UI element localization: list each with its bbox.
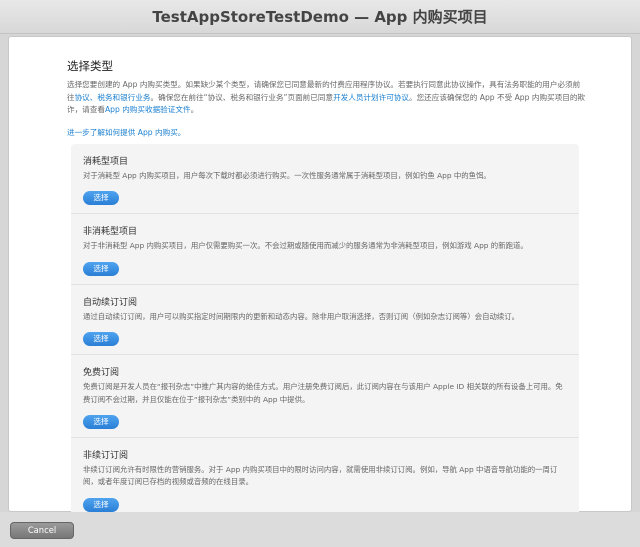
- learn-more-link[interactable]: 进一步了解如何提供 App 内购买。: [67, 127, 185, 138]
- type-description: 对于非消耗型 App 内购买项目，用户仅需要购买一次。不会过期或随使用而减少的服…: [83, 241, 528, 251]
- type-name: 免费订阅: [83, 368, 120, 379]
- type-item-consumable: 消耗型项目 对于消耗型 App 内购买项目，用户每次下载时都必须进行购买。一次性…: [71, 144, 579, 215]
- intro-text-4: 。: [190, 105, 199, 115]
- type-list: 消耗型项目 对于消耗型 App 内购买项目，用户每次下载时都必须进行购买。一次性…: [71, 144, 579, 520]
- developer-program-license-link[interactable]: 开发人员计划许可协议: [333, 93, 409, 102]
- type-description: 通过自动续订订阅，用户可以购买指定时间期限内的更新和动态内容。除非用户取消选择，…: [83, 311, 520, 321]
- type-description: 对于消耗型 App 内购买项目，用户每次下载时都必须进行购买。一次性服务通常属于…: [83, 171, 491, 180]
- intro-paragraph: 选择您要创建的 App 内购买类型。如果缺少某个类型，请确保您已同意最新的付费应…: [67, 79, 587, 117]
- intro-text-2: 。确保您在前往“协议、税务和银行业务”页面前已同意: [150, 92, 334, 102]
- select-consumable-button[interactable]: 选择: [83, 191, 119, 206]
- section-title: 选择类型: [67, 59, 113, 73]
- type-description: 免费订阅是开发人员在“报刊杂志”中推广其内容的绝佳方式。用户注册免费订阅后，此订…: [83, 382, 563, 404]
- select-auto-renewable-button[interactable]: 选择: [83, 332, 119, 347]
- type-item-auto-renewable: 自动续订订阅 通过自动续订订阅，用户可以购买指定时间期限内的更新和动态内容。除非…: [71, 285, 579, 356]
- window-title: TestAppStoreTestDemo — App 内购买项目: [0, 0, 640, 34]
- select-free-subscription-button[interactable]: 选择: [83, 415, 119, 430]
- footer-bar: Cancel: [0, 512, 640, 547]
- select-non-renewing-button[interactable]: 选择: [83, 497, 119, 512]
- type-name: 非续订订阅: [83, 451, 129, 462]
- type-name: 自动续订订阅: [83, 297, 138, 308]
- type-item-free-subscription: 免费订阅 免费订阅是开发人员在“报刊杂志”中推广其内容的绝佳方式。用户注册免费订…: [71, 355, 579, 439]
- agreements-tax-banking-link[interactable]: 协议、税务和银行业务: [75, 93, 151, 102]
- select-non-consumable-button[interactable]: 选择: [83, 261, 119, 276]
- cancel-button[interactable]: Cancel: [10, 522, 74, 539]
- type-description: 非续订订阅允许有时限性的营销服务。对于 App 内购买项目中的限时访问内容，就需…: [83, 465, 558, 487]
- type-item-non-consumable: 非消耗型项目 对于非消耗型 App 内购买项目，用户仅需要购买一次。不会过期或随…: [71, 214, 579, 285]
- type-item-non-renewing: 非续订订阅 非续订订阅允许有时限性的营销服务。对于 App 内购买项目中的限时访…: [71, 438, 579, 520]
- content-panel: 选择类型 选择您要创建的 App 内购买类型。如果缺少某个类型，请确保您已同意最…: [8, 36, 632, 520]
- type-name: 非消耗型项目: [83, 227, 138, 238]
- dialog-window: TestAppStoreTestDemo — App 内购买项目 选择类型 选择…: [0, 0, 640, 547]
- receipt-validation-link[interactable]: App 内购买收据验证文件: [105, 105, 191, 114]
- type-name: 消耗型项目: [83, 157, 129, 167]
